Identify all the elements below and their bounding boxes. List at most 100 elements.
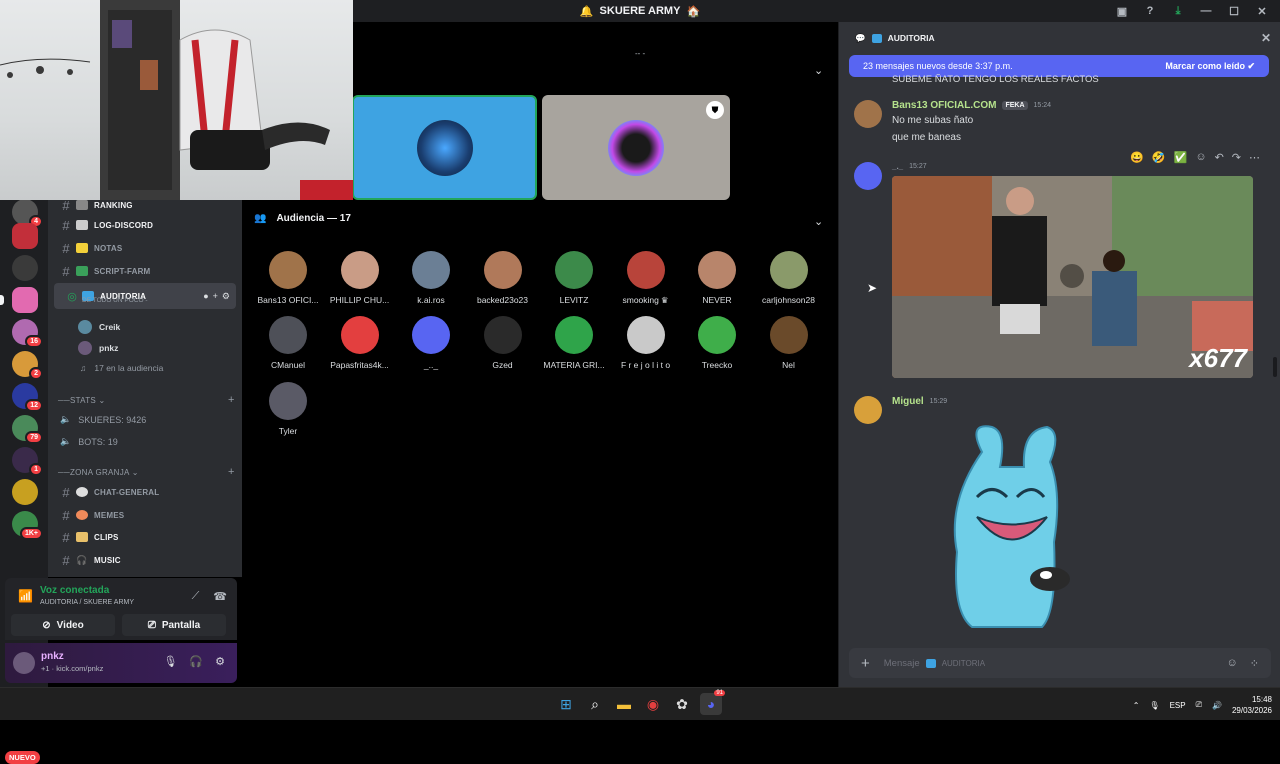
category-stats[interactable]: ──STATS ⌄ + bbox=[58, 394, 234, 406]
discord-taskbar-icon[interactable]: ◕ 91 bbox=[700, 690, 725, 715]
voice-channel-stat[interactable]: 🔈 SKUERES: 9426 bbox=[60, 414, 146, 425]
audience-member[interactable]: Treecko bbox=[681, 316, 753, 370]
server-icon[interactable]: 1 bbox=[12, 447, 43, 476]
speaker-tile-user[interactable]: ⛊ bbox=[542, 95, 730, 200]
settings-gear-icon[interactable]: ⚙ bbox=[222, 291, 230, 302]
reply-icon[interactable]: ↶ bbox=[1215, 151, 1224, 164]
channel-script-farm[interactable]: # SCRIPT-FARM bbox=[48, 261, 238, 281]
channel-chat-general[interactable]: # CHAT-GENERAL bbox=[48, 482, 238, 502]
mark-read-button[interactable]: Marcar como leído ✔ bbox=[1165, 61, 1255, 72]
user-avatar[interactable] bbox=[13, 652, 35, 674]
message-image[interactable]: x677 bbox=[892, 176, 1253, 378]
server-icon[interactable] bbox=[12, 479, 38, 505]
video-button[interactable]: ⊘ Video bbox=[11, 614, 115, 636]
microphone-icon[interactable]: 🎙 bbox=[163, 655, 177, 668]
channel-memes[interactable]: # MEMES bbox=[48, 505, 238, 525]
avatar[interactable] bbox=[854, 100, 882, 128]
audience-member[interactable]: backed23o23 bbox=[467, 251, 539, 305]
attach-plus-icon[interactable]: + bbox=[861, 655, 870, 672]
audience-member[interactable]: Papasfritas4k... bbox=[324, 316, 396, 370]
message-author[interactable]: Bans13 OFICIAL.COM bbox=[892, 100, 996, 111]
wobbuffet-sticker[interactable] bbox=[932, 422, 1092, 634]
apps-icon[interactable]: ⁘ bbox=[1250, 657, 1259, 670]
forward-icon[interactable]: ↷ bbox=[1232, 151, 1241, 164]
more-options-icon[interactable]: ⋯ bbox=[1249, 151, 1260, 164]
inbox-icon[interactable]: ▣ bbox=[1110, 5, 1134, 18]
collapse-audience-chevron-icon[interactable]: ⌄ bbox=[814, 215, 823, 228]
audience-member[interactable]: smooking ♛ bbox=[610, 251, 682, 306]
audience-member[interactable]: PHILLIP CHU... bbox=[324, 251, 396, 305]
server-icon[interactable]: 16 bbox=[12, 319, 43, 348]
add-channel-icon[interactable]: + bbox=[228, 394, 235, 406]
audience-member[interactable]: carljohnson28 bbox=[753, 251, 825, 305]
add-channel-icon[interactable]: + bbox=[228, 466, 235, 478]
windows-start-icon[interactable]: ⊞ bbox=[555, 693, 577, 715]
emoji-picker-icon[interactable]: ☺ bbox=[1227, 657, 1238, 670]
channel-log-discord[interactable]: # LOG-DISCORD bbox=[48, 215, 238, 235]
audience-member[interactable]: _.._ bbox=[395, 316, 467, 370]
new-badge[interactable]: NUEVO bbox=[5, 751, 40, 764]
help-icon[interactable]: ? bbox=[1138, 5, 1162, 17]
avatar[interactable] bbox=[854, 162, 882, 190]
server-icon[interactable]: 4 bbox=[12, 199, 43, 228]
maximize-button[interactable]: ☐ bbox=[1222, 5, 1246, 18]
reaction-emoji-icon[interactable]: 😀 bbox=[1130, 151, 1144, 164]
server-icon[interactable] bbox=[12, 255, 38, 281]
message-author[interactable]: _._ bbox=[892, 162, 903, 171]
message-composer[interactable]: + Mensaje AUDITORIA ☺ ⁘ bbox=[849, 648, 1271, 678]
language-indicator[interactable]: ESP bbox=[1170, 701, 1186, 710]
download-icon[interactable]: ⤓ bbox=[1166, 5, 1190, 18]
server-icon[interactable]: 1K+ bbox=[12, 511, 43, 540]
audience-member[interactable]: NEVER bbox=[681, 251, 753, 305]
chrome-icon[interactable]: ◉ bbox=[642, 693, 664, 715]
audience-member[interactable]: Tyler bbox=[252, 382, 324, 436]
chat-scrollbar[interactable] bbox=[1273, 357, 1277, 377]
audience-member[interactable]: LEVITZ bbox=[538, 251, 610, 305]
voice-member[interactable]: Creik bbox=[78, 320, 120, 334]
stage-channel-auditoria[interactable]: ◎ AUDITORIA DE TODO UN POCO - ● + ⚙ bbox=[54, 283, 236, 309]
voice-channel-stat[interactable]: 🔈 BOTS: 19 bbox=[60, 436, 118, 447]
mic-tray-icon[interactable]: 🎙 bbox=[1149, 701, 1159, 710]
channel-notas[interactable]: # NOTAS bbox=[48, 238, 238, 258]
channel-clips[interactable]: # CLIPS bbox=[48, 527, 238, 547]
message-author[interactable]: Miguel bbox=[892, 396, 924, 407]
app-icon[interactable]: ✿ bbox=[671, 693, 693, 715]
collapse-speakers-chevron-icon[interactable]: ⌄ bbox=[814, 64, 823, 77]
audience-member[interactable]: k.ai.ros bbox=[395, 251, 467, 305]
reaction-check-icon[interactable]: ✅ bbox=[1174, 151, 1188, 164]
volume-icon[interactable]: 🔊 bbox=[1212, 701, 1222, 710]
chat-bubble-icon[interactable]: ● bbox=[203, 291, 208, 302]
search-icon[interactable]: ⌕ bbox=[584, 693, 606, 715]
audience-member[interactable]: CManuel bbox=[252, 316, 324, 370]
screen-share-button[interactable]: ⎚ Pantalla bbox=[122, 614, 226, 636]
network-icon[interactable]: ⎚ bbox=[1196, 700, 1202, 710]
audience-count-row[interactable]: ♫ 17 en la audiencia bbox=[80, 363, 163, 373]
server-icon[interactable]: 2 bbox=[12, 351, 43, 380]
add-user-icon[interactable]: + bbox=[213, 291, 218, 302]
voice-status[interactable]: Voz conectada bbox=[40, 585, 109, 596]
audience-member[interactable]: MATERIA GRI... bbox=[538, 316, 610, 370]
noise-suppression-icon[interactable]: ⟋ bbox=[192, 590, 200, 603]
speaker-tile-wolf[interactable] bbox=[352, 95, 537, 200]
disconnect-icon[interactable]: ☎ bbox=[213, 590, 227, 603]
user-settings-gear-icon[interactable]: ⚙ bbox=[215, 655, 225, 668]
channel-music[interactable]: # 🎧 MUSIC bbox=[48, 550, 238, 570]
audience-member[interactable]: Gzed bbox=[467, 316, 539, 370]
add-reaction-icon[interactable]: ☺ bbox=[1195, 151, 1206, 164]
clock[interactable]: 15:48 29/03/2026 bbox=[1232, 694, 1272, 716]
audience-member[interactable]: Nel bbox=[753, 316, 825, 370]
file-explorer-icon[interactable]: ▬ bbox=[613, 693, 635, 715]
role-tag[interactable]: FEKA bbox=[1002, 101, 1028, 110]
server-icon-active[interactable] bbox=[0, 287, 38, 313]
audience-member[interactable]: F r e j o l i t o bbox=[610, 316, 682, 370]
close-window-button[interactable]: ✕ bbox=[1250, 5, 1274, 18]
voice-member[interactable]: pnkz bbox=[78, 341, 118, 355]
server-icon[interactable] bbox=[12, 223, 38, 249]
close-icon[interactable]: ✕ bbox=[1261, 31, 1271, 45]
tray-overflow-icon[interactable]: ⌃ bbox=[1133, 701, 1140, 710]
headset-icon[interactable]: 🎧 bbox=[189, 655, 203, 668]
server-icon[interactable]: 12 bbox=[12, 383, 43, 412]
reaction-emoji-icon[interactable]: 🤣 bbox=[1152, 151, 1166, 164]
audience-member[interactable]: Bans13 OFICI... bbox=[252, 251, 324, 305]
voice-location[interactable]: AUDITORIA / SKUERE ARMY bbox=[40, 599, 134, 606]
